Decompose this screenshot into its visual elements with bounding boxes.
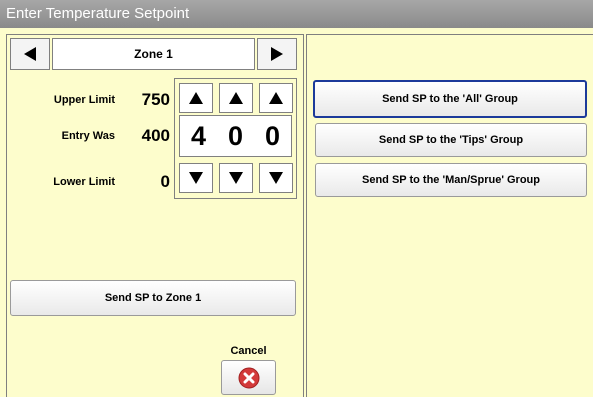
entry-was-label: Entry Was bbox=[61, 130, 115, 142]
up-arrow-icon bbox=[189, 92, 203, 104]
setpoint-dialog: Enter Temperature Setpoint Zone 1 Upper … bbox=[0, 0, 593, 397]
cancel-x-icon bbox=[238, 367, 259, 388]
down-arrow-icon bbox=[229, 172, 243, 184]
hundreds-digit: 4 bbox=[190, 120, 207, 151]
zone-label: Zone 1 bbox=[52, 38, 255, 70]
window-title: Enter Temperature Setpoint bbox=[0, 0, 593, 28]
hundreds-up-button[interactable] bbox=[179, 83, 213, 113]
ones-down-button[interactable] bbox=[259, 163, 293, 193]
digit-spinner: 4 0 0 bbox=[174, 78, 297, 199]
setpoint-digits: 4 0 0 bbox=[179, 115, 292, 157]
tens-up-button[interactable] bbox=[219, 83, 253, 113]
right-arrow-icon bbox=[271, 47, 283, 61]
up-arrow-icon bbox=[229, 92, 243, 104]
lower-limit-value: 0 bbox=[160, 172, 170, 191]
send-sp-man-sprue-group-button[interactable]: Send SP to the 'Man/Sprue' Group bbox=[315, 163, 587, 197]
send-sp-tips-group-button[interactable]: Send SP to the 'Tips' Group bbox=[315, 123, 587, 157]
tens-digit: 0 bbox=[227, 120, 244, 151]
upper-limit-value: 750 bbox=[141, 90, 170, 109]
left-arrow-icon bbox=[24, 47, 36, 61]
send-sp-all-group-button[interactable]: Send SP to the 'All' Group bbox=[313, 80, 587, 118]
tens-down-button[interactable] bbox=[219, 163, 253, 193]
ones-up-button[interactable] bbox=[259, 83, 293, 113]
entry-was-value: 400 bbox=[141, 126, 170, 145]
cancel-label: Cancel bbox=[230, 345, 267, 357]
zone-navigator: Zone 1 bbox=[10, 38, 297, 70]
lower-limit-label: Lower Limit bbox=[53, 176, 115, 188]
hundreds-down-button[interactable] bbox=[179, 163, 213, 193]
cancel-button[interactable] bbox=[221, 360, 276, 395]
down-arrow-icon bbox=[269, 172, 283, 184]
previous-zone-button[interactable] bbox=[10, 38, 50, 70]
upper-limit-label: Upper Limit bbox=[53, 94, 115, 106]
ones-digit: 0 bbox=[264, 120, 281, 151]
down-arrow-icon bbox=[189, 172, 203, 184]
up-arrow-icon bbox=[269, 92, 283, 104]
next-zone-button[interactable] bbox=[257, 38, 297, 70]
send-sp-zone-button[interactable]: Send SP to Zone 1 bbox=[10, 280, 296, 316]
